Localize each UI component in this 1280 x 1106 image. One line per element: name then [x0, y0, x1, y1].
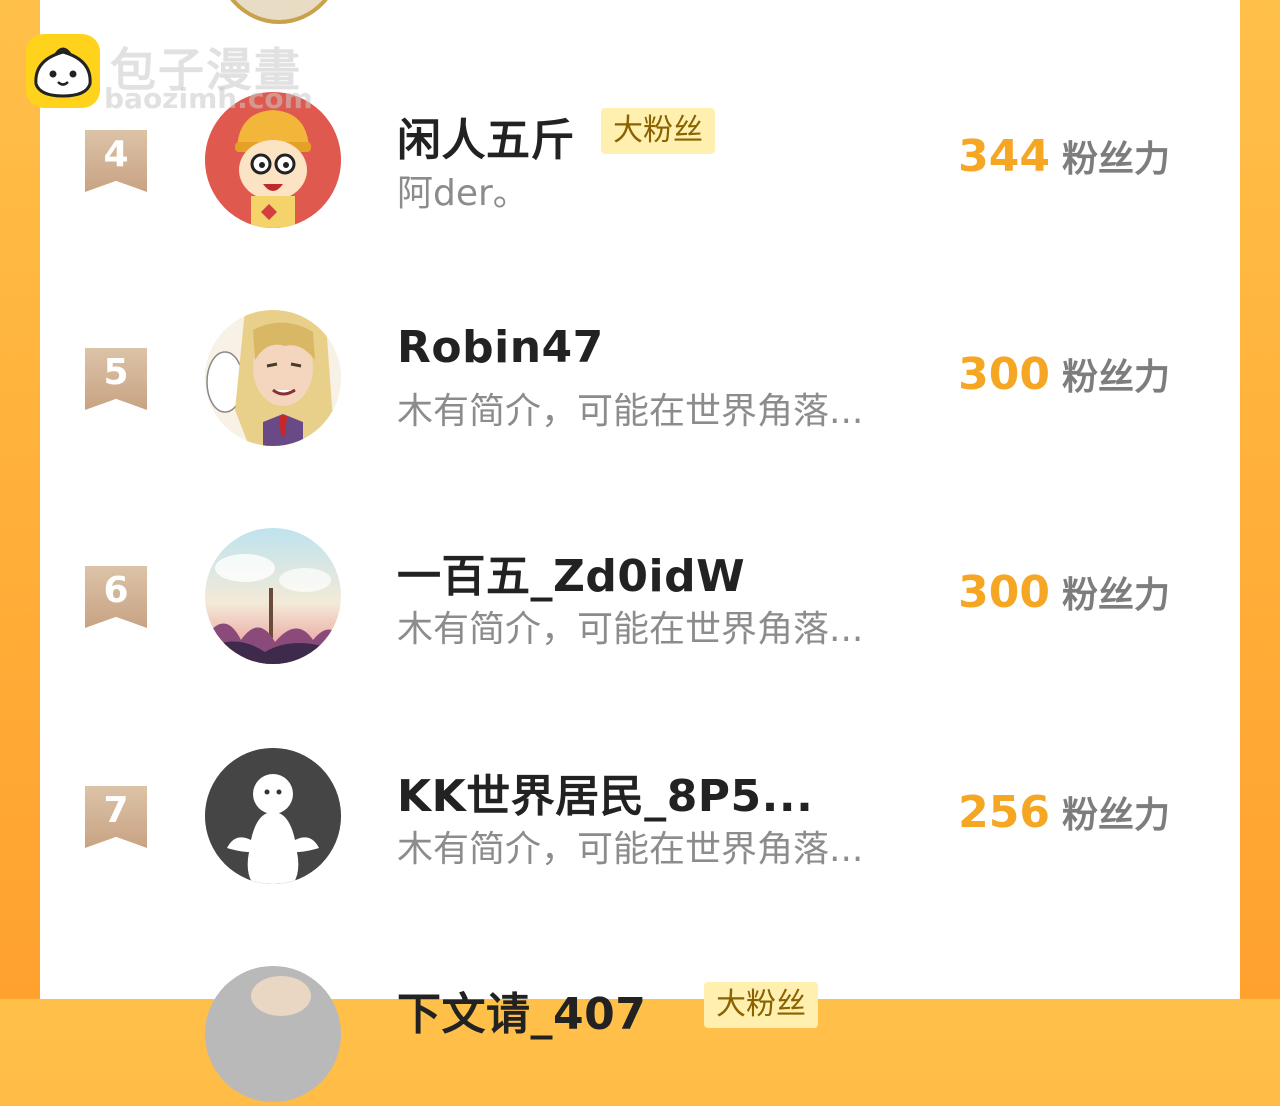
user-bio: 阿der。 — [397, 173, 529, 214]
partial-avatar-icon — [205, 966, 341, 1102]
user-name[interactable]: 一百五_Zd0idW — [397, 540, 745, 604]
fan-score-value: 300 — [958, 349, 1050, 400]
user-avatar[interactable] — [205, 310, 341, 446]
fan-score-value: 300 — [958, 567, 1050, 618]
user-name[interactable]: Robin47 — [397, 322, 604, 373]
user-name[interactable]: KK世界居民_8P5... — [397, 760, 813, 824]
fan-badge: 大粉丝 — [601, 108, 715, 154]
user-avatar[interactable] — [205, 528, 341, 664]
rank-ribbon: 5 — [85, 348, 147, 410]
avatar-partial-top — [215, 0, 343, 24]
fan-score-unit: 粉丝力 — [1061, 575, 1170, 616]
fan-score-unit: 粉丝力 — [1061, 139, 1170, 180]
ranking-row[interactable]: 7 KK世界居民_8P5... 木有简介，可能在世界角落... 256 粉丝力 — [40, 748, 1240, 888]
fan-score-unit: 粉丝力 — [1061, 795, 1170, 836]
fan-score-value: 344 — [958, 131, 1050, 182]
user-bio: 木有简介，可能在世界角落... — [397, 609, 864, 650]
user-bio: 木有简介，可能在世界角落... — [397, 829, 864, 870]
user-name[interactable]: 闲人五斤 — [397, 104, 575, 168]
fan-score: 300 粉丝力 — [958, 348, 1170, 400]
fan-ranking-panel: 4 闲人五斤 大粉丝 阿der。 344 粉丝力 5 Robin47 木有简介，… — [40, 0, 1240, 1102]
user-avatar[interactable] — [205, 966, 341, 1102]
user-name[interactable]: 下文请_407 — [397, 978, 646, 1042]
fan-score: 344 粉丝力 — [958, 130, 1170, 182]
default-ghost-avatar-icon — [205, 748, 341, 884]
fan-score: 300 粉丝力 — [958, 566, 1170, 618]
user-avatar[interactable] — [205, 748, 341, 884]
rank-ribbon: 7 — [85, 786, 147, 848]
ranking-row[interactable]: 6 一百五_Zd0idW 木有简介，可能在世界角落... 300 粉丝力 — [40, 528, 1240, 668]
fan-score-unit: 粉丝力 — [1061, 357, 1170, 398]
fan-score: 256 粉丝力 — [958, 786, 1170, 838]
fan-badge: 大粉丝 — [704, 982, 818, 1028]
ranking-row[interactable]: 下文请_407 大粉丝 — [40, 966, 1240, 1106]
fan-score-value: 256 — [958, 787, 1050, 838]
anime-crowd-avatar-icon — [205, 528, 341, 664]
watermark-url: baozimh.com — [104, 82, 313, 115]
user-bio: 木有简介，可能在世界角落... — [397, 391, 864, 432]
rank-ribbon: 4 — [85, 130, 147, 192]
baozi-logo-icon — [26, 34, 100, 108]
anime-character-avatar-icon — [205, 310, 341, 446]
rank-ribbon: 6 — [85, 566, 147, 628]
ranking-row[interactable]: 5 Robin47 木有简介，可能在世界角落... 300 粉丝力 — [40, 310, 1240, 450]
